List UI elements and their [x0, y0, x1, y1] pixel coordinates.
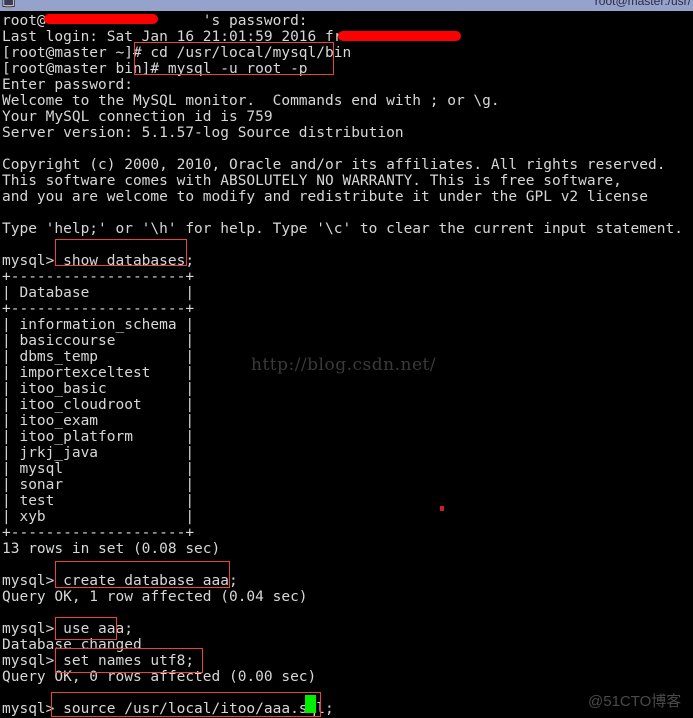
terminal-line: +--------------------+ [2, 269, 195, 285]
terminal-window: root@master:/usr/ root@ 's password: Last… [0, 0, 693, 718]
terminal-line: | itoo_cloudroot | [2, 397, 195, 413]
red-dot-artifact [440, 506, 444, 511]
terminal-line: +--------------------+ [2, 525, 195, 541]
terminal-line: 13 rows in set (0.08 sec) [2, 541, 221, 557]
terminal-line: | test | [2, 493, 195, 509]
terminal-line: Query OK, 1 row affected (0.04 sec) [2, 589, 308, 605]
terminal-line: | itoo_exam | [2, 413, 195, 429]
terminal-line: mysql> set names utf8; [2, 653, 195, 669]
terminal-line: +--------------------+ [2, 301, 195, 317]
hostname-redaction [44, 14, 158, 24]
terminal-line: | Database | [2, 285, 195, 301]
text-cursor [305, 695, 316, 713]
terminal-line: Database changed [2, 637, 142, 653]
blog-watermark: http://blog.csdn.net/ [251, 355, 437, 375]
site-watermark: @51CTO博客 [588, 693, 682, 710]
login-host-redaction [338, 31, 461, 41]
terminal-line: | xyb | [2, 509, 195, 525]
terminal-line: | information_schema | [2, 317, 195, 333]
terminal-line: Your MySQL connection id is 759 [2, 109, 273, 125]
terminal-line: Query OK, 0 rows affected (0.00 sec) [2, 669, 317, 685]
window-titlebar[interactable]: root@master:/usr/ [0, 0, 693, 13]
terminal-line: mysql> show databases; [2, 253, 195, 269]
terminal-line: | mysql | [2, 461, 195, 477]
terminal-line: Type 'help;' or '\h' for help. Type '\c'… [2, 221, 683, 237]
window-title: root@master:/usr/ [594, 0, 691, 8]
terminal-line: and you are welcome to modify and redist… [2, 189, 649, 205]
terminal-line: Enter password: [2, 77, 133, 93]
terminal-line: | itoo_basic | [2, 381, 195, 397]
terminal-line: [root@master ~]# cd /usr/local/mysql/bin [2, 45, 352, 61]
terminal-line: Server version: 5.1.57-log Source distri… [2, 125, 404, 141]
terminal-line: mysql> use aaa; [2, 621, 133, 637]
terminal-line: | jrkj_java | [2, 445, 195, 461]
terminal-line: This software comes with ABSOLUTELY NO W… [2, 173, 622, 189]
terminal-line: Welcome to the MySQL monitor. Commands e… [2, 93, 500, 109]
terminal-line: | itoo_platform | [2, 429, 195, 445]
terminal-icon [2, 0, 15, 9]
terminal-line: [root@master bin]# mysql -u root -p [2, 61, 308, 77]
terminal-line: | sonar | [2, 477, 195, 493]
terminal-line: | basiccourse | [2, 333, 195, 349]
terminal-line: mysql> create database aaa; [2, 573, 238, 589]
terminal-line: Copyright (c) 2000, 2010, Oracle and/or … [2, 157, 666, 173]
